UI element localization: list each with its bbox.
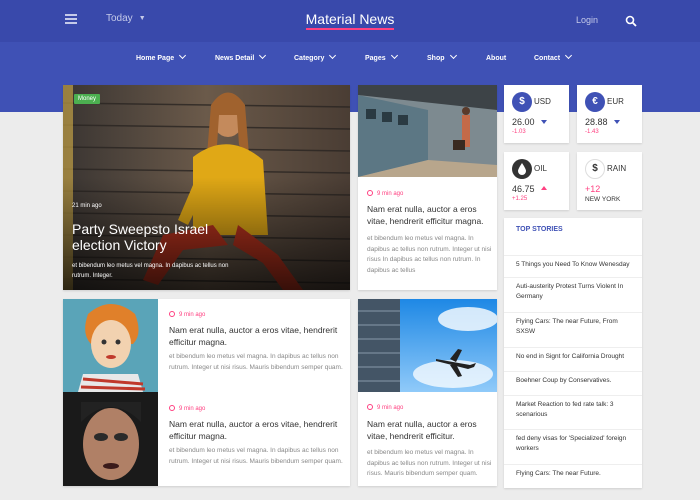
market-usd[interactable]: $ USD 26.00 -1.03: [504, 85, 569, 143]
nav-label: Pages: [365, 55, 386, 62]
hero-card[interactable]: [63, 85, 350, 290]
article-excerpt: et bibendum leo metus vel magna. In dapi…: [169, 447, 343, 465]
hero-excerpt: et bibendum leo metus vel magna. In dapi…: [72, 263, 229, 279]
market-rain[interactable]: $ RAIN +12 NEW YORK: [577, 152, 642, 210]
login-link[interactable]: Login: [576, 15, 598, 25]
nav-category[interactable]: Category: [294, 51, 337, 62]
arrow-down-icon: [614, 120, 620, 124]
nav-home[interactable]: Home Page: [136, 51, 187, 62]
article-title[interactable]: Nam erat nulla, auctor a eros vitae, hen…: [169, 418, 344, 442]
market-eur[interactable]: € EUR 28.88 -1.43: [577, 85, 642, 143]
nav-label: Contact: [534, 55, 561, 62]
market-value: +12: [585, 184, 601, 194]
nav-pages[interactable]: Pages: [365, 51, 398, 62]
article-title[interactable]: Nam erat nulla, auctor a eros vitae, hen…: [169, 324, 344, 348]
market-label: RAIN: [607, 164, 627, 173]
main-nav: [0, 42, 700, 77]
article-card-stack: 9 min ago Nam erat nulla, auctor a eros …: [63, 299, 350, 486]
hero-photo: [63, 85, 350, 290]
chevron-down-icon: [449, 51, 457, 60]
nav-contact[interactable]: Contact: [534, 51, 573, 62]
arrow-up-icon: [541, 186, 547, 190]
market-value: 26.00: [512, 117, 535, 127]
story-item[interactable]: Flying Cars: The near Future, From SXSW: [504, 312, 642, 345]
drop-icon: [512, 159, 532, 179]
nav-label: Shop: [427, 55, 445, 62]
story-item[interactable]: Market Reaction to fed rate talk: 3 scen…: [504, 395, 642, 427]
market-value: 46.75: [512, 184, 535, 194]
nav-label: Home Page: [136, 55, 175, 62]
market-location: NEW YORK: [585, 196, 621, 203]
story-item[interactable]: Flying Cars: The near Future.: [504, 464, 642, 484]
article-excerpt: et bibendum leo metus vel magna. In dapi…: [169, 353, 343, 371]
nav-label: News Detail: [215, 55, 255, 62]
airplane-photo: [358, 299, 497, 392]
market-oil[interactable]: OIL 46.75 +1.25: [504, 152, 569, 210]
euro-icon: €: [585, 92, 605, 112]
clock-icon: [367, 190, 373, 196]
article-excerpt: et bibendum leo metus vel magna. In dapi…: [367, 235, 492, 274]
dollar-icon: $: [585, 159, 605, 179]
article-title[interactable]: Nam erat nulla, auctor a eros vitae, hen…: [367, 418, 492, 442]
clock-icon: [367, 404, 373, 410]
logo-text: Material News: [305, 11, 395, 30]
category-tag[interactable]: Money: [74, 94, 101, 104]
train-photo: [358, 85, 497, 177]
portrait-photo[interactable]: [63, 299, 158, 392]
market-change: -1.03: [512, 129, 526, 135]
arrow-down-icon: [541, 120, 547, 124]
article-time: 9 min ago: [367, 189, 403, 197]
article-time: 9 min ago: [169, 404, 205, 412]
article-title[interactable]: Nam erat nulla, auctor a eros vitae, hen…: [367, 203, 492, 227]
story-item[interactable]: Boehner Coup by Conservatives.: [504, 371, 642, 391]
dollar-icon: $: [512, 92, 532, 112]
clock-icon: [169, 311, 175, 317]
article-time: 9 min ago: [169, 310, 205, 318]
article-card-plane[interactable]: 9 min ago Nam erat nulla, auctor a eros …: [358, 299, 497, 486]
nav-label: Category: [294, 55, 325, 62]
market-change: +1.25: [512, 196, 528, 202]
market-change: -1.43: [585, 129, 599, 135]
story-item[interactable]: No end in Signt for California Drought: [504, 347, 642, 367]
portrait-photo[interactable]: [63, 392, 158, 486]
story-item[interactable]: 5 Things you Need To Know Wenesday: [504, 255, 642, 275]
story-item[interactable]: fed deny visas for 'Specialized' foreign…: [504, 429, 642, 461]
article-card-top[interactable]: 9 min ago Nam erat nulla, auctor a eros …: [358, 85, 497, 290]
nav-label: About: [486, 55, 507, 62]
market-label: EUR: [607, 97, 624, 106]
hero-time: 21 min ago: [72, 203, 102, 209]
market-label: USD: [534, 97, 551, 106]
nav-about[interactable]: About: [486, 55, 506, 62]
article-excerpt: et bibendum leo metus vel magna. In dapi…: [367, 449, 492, 477]
hero-title[interactable]: Party Sweepsto Israel election Victory: [72, 221, 232, 253]
nav-news-detail[interactable]: News Detail: [215, 51, 267, 62]
clock-icon: [169, 405, 175, 411]
market-value: 28.88: [585, 117, 608, 127]
top-stories-title: TOP STORIES: [516, 226, 563, 233]
market-label: OIL: [534, 164, 547, 173]
nav-shop[interactable]: Shop: [427, 51, 457, 62]
search-icon[interactable]: [625, 15, 637, 27]
article-time: 9 min ago: [367, 403, 403, 411]
story-item[interactable]: Auti-austerity Protest Turns Violent In …: [504, 277, 642, 310]
